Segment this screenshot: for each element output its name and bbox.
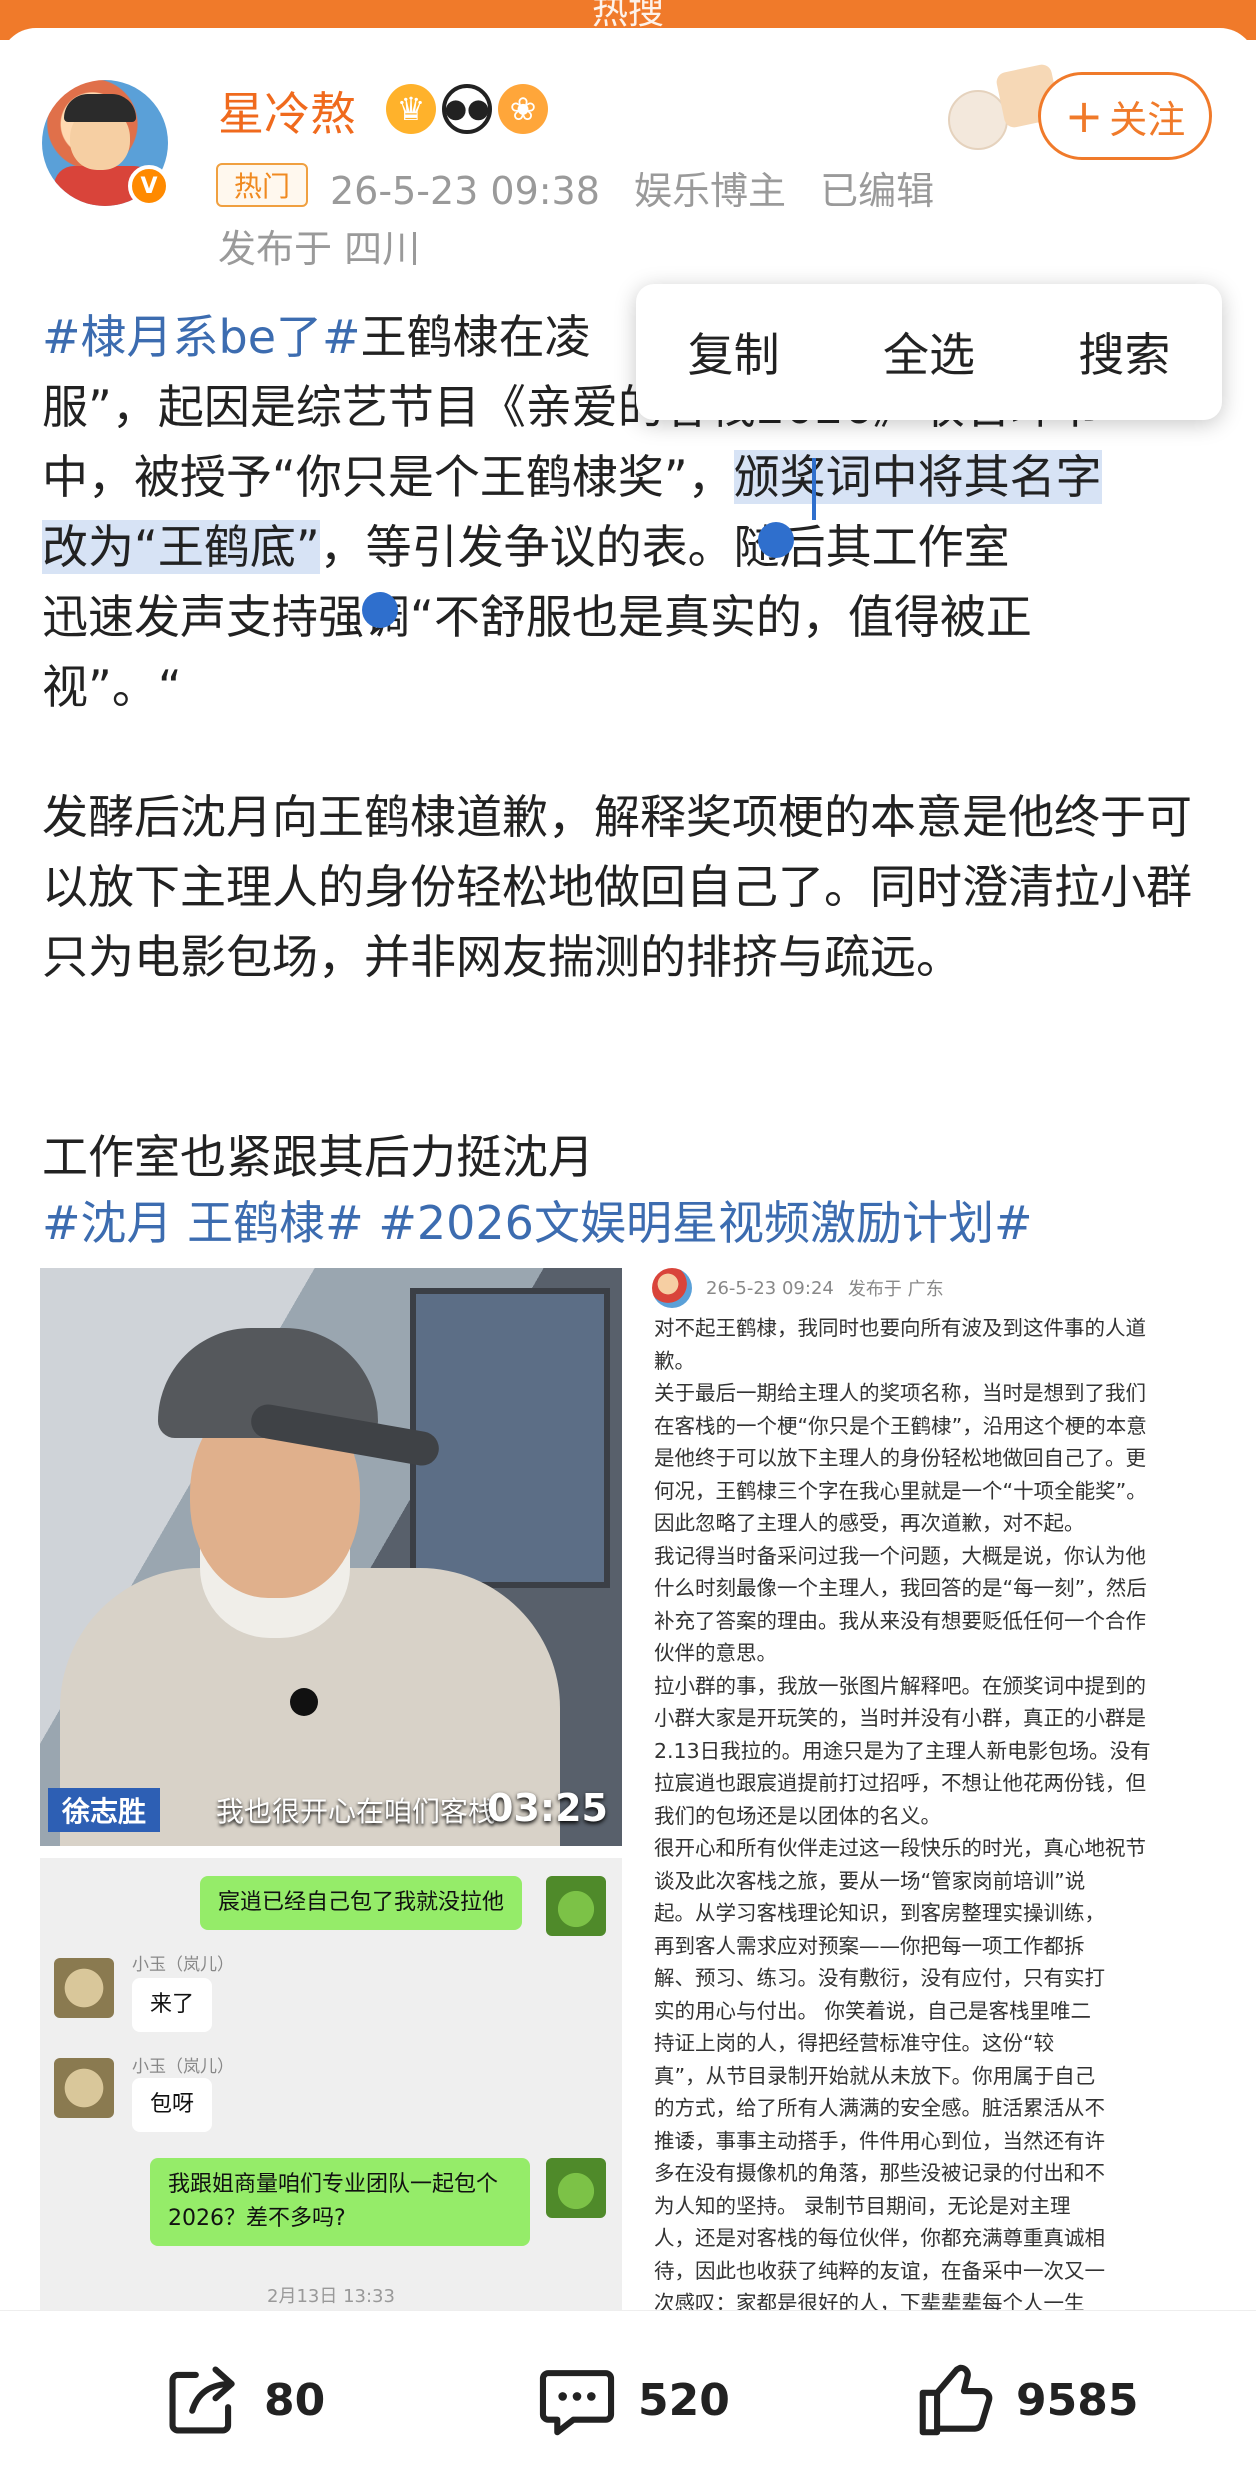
doc-body: 对不起王鹤棣，我同时也要向所有波及到这件事的人道 歉。关于最后一期给主理人的奖项名… <box>654 1312 1210 2310</box>
selected-text: 颁奖词中将其名字 <box>733 450 1102 504</box>
doc-line: 关于最后一期给主理人的奖项名称，当时是想到了我们 <box>654 1381 1146 1405</box>
selection-handle-end[interactable] <box>362 592 398 628</box>
doc-line: 小群大家是开玩笑的，当时并没有小群，真正的小群是 <box>654 1706 1146 1730</box>
selection-start-bar <box>812 458 816 520</box>
doc-line: 多在没有摄像机的角落，那些没被记录的付出和不 <box>654 2161 1105 2185</box>
hashtag-link[interactable]: #2026文娱明星视频激励计划# <box>378 1196 1032 1250</box>
doc-line: 持证上岗的人，得把经营标准守住。这份“较 <box>654 2031 1055 2055</box>
doc-line: 何况，王鹤棣三个字在我心里就是一个“十项全能奖”。 <box>654 1478 1147 1503</box>
edited-label: 已编辑 <box>820 169 935 213</box>
search-menu-item[interactable]: 搜索 <box>1078 319 1170 385</box>
share-icon <box>169 2366 235 2434</box>
bottom-action-bar: 80 520 9585 <box>0 2310 1256 2490</box>
post-meta: 26-5-23 09:38 娱乐博主 已编辑 <box>330 160 956 215</box>
doc-line: 我们的包场还是以团体的名义。 <box>654 1803 941 1828</box>
doc-line: 2.13日我拉的。用途只是为了主理人新电影包场。没有 <box>654 1738 1151 1763</box>
crown-medal-icon: ♛ <box>386 84 436 134</box>
hot-badge: 热门 <box>216 163 308 207</box>
comment-button[interactable]: 520 <box>534 2355 730 2445</box>
hashtag-link[interactable]: #沈月 王鹤棣# <box>42 1196 364 1250</box>
text-context-menu: 复制 全选 搜索 <box>636 284 1222 420</box>
doc-line: 人，还是对客栈的每位伙伴，你都充满尊重真诚相 <box>654 2226 1105 2250</box>
select-all-menu-item[interactable]: 全选 <box>883 319 975 385</box>
doc-line: 对不起王鹤棣，我同时也要向所有波及到这件事的人道 <box>654 1316 1146 1340</box>
share-button[interactable]: 80 <box>160 2355 325 2445</box>
plus-icon: + <box>1064 89 1104 143</box>
doc-date: 26-5-23 09:24 <box>706 1277 834 1299</box>
video-name-tag: 徐志胜 <box>48 1788 161 1832</box>
post-paragraph-2: 发酵后沈月向王鹤棣道歉，解释奖项梗的本意是他终于可以放下主理人的身份轻松地做回自… <box>42 790 1192 984</box>
doc-line: 伙伴的意思。 <box>654 1641 777 1665</box>
doc-line: 拉小群的事，我放一张图片解释吧。在颁奖词中提到的 <box>654 1673 1146 1698</box>
post-location: 发布于 四川 <box>218 227 421 271</box>
post-date: 26-5-23 09:38 <box>330 169 600 213</box>
author-category: 娱乐博主 <box>634 169 787 213</box>
doc-line: 因此忽略了主理人的感受，再次道歉，对不起。 <box>654 1511 1085 1535</box>
post-hashtags: #沈月 王鹤棣# #2026文娱明星视频激励计划# <box>42 1188 1222 1258</box>
doc-line: 什么时刻最像一个主理人，我回答的是“每一刻”，然后 <box>654 1576 1147 1600</box>
doc-line: 拉宸逍也跟宸逍提前打过招呼，不想让他花两份钱，但 <box>654 1771 1146 1795</box>
doc-line: 在客栈的一个梗“你只是个王鹤棣”，沿用这个梗的本意 <box>654 1413 1147 1438</box>
doc-line: 真”，从节目录制开始就从未放下。你用属于自己 <box>654 2063 1096 2088</box>
doc-line: 次感叹：家都是很好的人，下辈辈辈每个人一生 <box>654 2291 1085 2310</box>
doc-line: 解、预习、练习。没有敷衍，没有应付，只有实打 <box>654 1966 1105 1990</box>
verified-icon: V <box>128 165 170 207</box>
doc-line: 谈及此次客栈之旅，要从一场“管家岗前培训”说 <box>654 1868 1086 1893</box>
like-button[interactable]: 9585 <box>912 2355 1138 2445</box>
chat-sender-name: 小玉（岚儿） <box>132 1955 234 1975</box>
doc-header: 26-5-23 09:24 发布于 广东 <box>652 1268 944 1308</box>
chat-sender-name: 小玉（岚儿） <box>132 2057 234 2077</box>
chat-timestamp: 2月13日 13:33 <box>267 2286 395 2307</box>
follow-label: 关注 <box>1109 97 1186 142</box>
doc-line: 再到客人需求应对预案——你把每一项工作都拆 <box>654 1933 1085 1958</box>
doc-line: 我记得当时备采问过我一个问题，大概是说，你认为他 <box>654 1543 1146 1568</box>
selected-text: 改为“王鹤底” <box>42 520 320 574</box>
thumbs-up-icon <box>919 2364 993 2436</box>
video-caption: 我也很开心在咱们客栈 <box>216 1795 497 1828</box>
doc-line: 实的用心与付出。 你笑着说，自己是客栈里唯二 <box>654 1998 1092 2023</box>
chat-avatar <box>546 2158 606 2218</box>
chat-avatar <box>54 2058 114 2118</box>
doc-line: 待，因此也收获了纯粹的友谊，在备采中一次又一 <box>654 2258 1105 2283</box>
hashtag-link[interactable]: #棣月系be了# <box>42 310 361 364</box>
chat-message: 包呀 <box>132 2078 213 2132</box>
user-medals: ♛ ●● ❀ <box>386 84 548 134</box>
doc-line: 的方式，给了所有人满满的安全感。脏活累活从不 <box>654 2096 1105 2120</box>
selection-handle-start[interactable] <box>758 522 794 558</box>
like-count: 9585 <box>1016 2374 1139 2426</box>
share-count: 80 <box>264 2374 326 2426</box>
fish-icon: ❀ <box>498 84 548 134</box>
chat-message: 宸逍已经自己包了我就没拉他 <box>200 1876 523 1930</box>
chat-message: 来了 <box>132 1978 213 2032</box>
doc-avatar <box>652 1268 692 1308</box>
panda-icon: ●● <box>442 84 492 134</box>
chat-avatar <box>54 1958 114 2018</box>
doc-line: 是他终于可以放下主理人的身份轻松地做回自己了。更 <box>654 1446 1146 1470</box>
microphone-icon <box>290 1688 318 1716</box>
copy-menu-item[interactable]: 复制 <box>688 319 780 385</box>
doc-line: 起。从学习客栈理论知识，到客房整理实操训练， <box>654 1901 1105 1925</box>
doc-location: 发布于 广东 <box>847 1279 944 1300</box>
comment-icon <box>539 2370 615 2436</box>
doc-line: 补充了答案的理由。我从来没有想要贬低任何一个合作 <box>654 1608 1146 1633</box>
chat-screenshot-image[interactable]: 宸逍已经自己包了我就没拉他 小玉（岚儿） 来了 小玉（岚儿） 包呀 我跟姐商量咱… <box>40 1858 622 2310</box>
author-name[interactable]: 星冷熬 <box>218 78 356 144</box>
post-paragraph-3: 工作室也紧跟其后力挺沈月 <box>42 1130 594 1184</box>
follow-button[interactable]: + 关注 <box>1038 72 1212 160</box>
doc-line: 很开心和所有伙伴走过这一段快乐的时光，真心地祝节 <box>654 1836 1146 1860</box>
doc-line: 歉。 <box>654 1348 695 1373</box>
doc-line: 为人知的坚持。 录制节目期间，无论是对主理 <box>654 2193 1071 2218</box>
video-duration: 03:25 <box>487 1786 608 1830</box>
chat-avatar <box>546 1876 606 1936</box>
apology-text-image[interactable]: 26-5-23 09:24 发布于 广东 对不起王鹤棣，我同时也要向所有波及到这… <box>634 1262 1222 2310</box>
doc-line: 推诿，事事主动搭手，件件用心到位，当然还有许 <box>654 2128 1105 2153</box>
chat-message: 我跟姐商量咱们专业团队一起包个2026？差不多吗? <box>150 2158 530 2246</box>
comment-count: 520 <box>638 2374 730 2426</box>
video-thumbnail[interactable]: 徐志胜 我也很开心在咱们客栈 03:25 <box>40 1268 622 1846</box>
